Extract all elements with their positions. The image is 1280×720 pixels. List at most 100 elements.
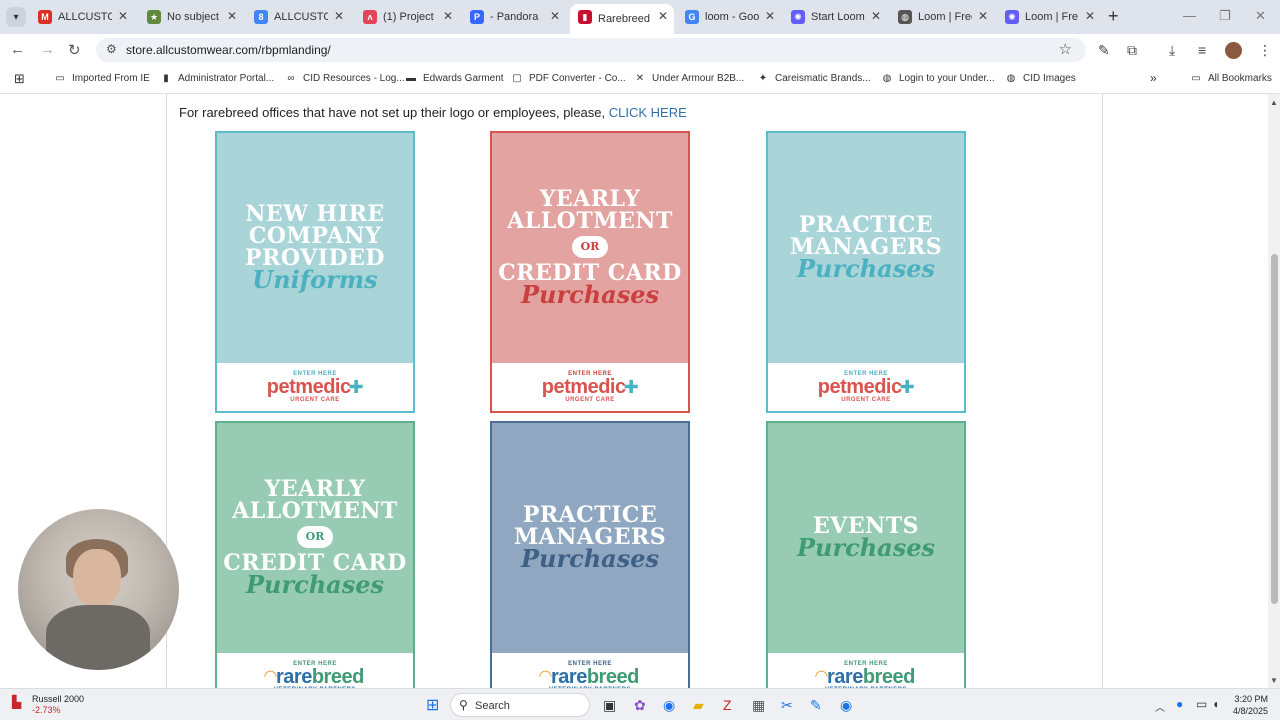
mic-icon[interactable]: ● (1176, 697, 1183, 711)
profile-avatar[interactable] (1225, 42, 1242, 59)
close-tab-icon[interactable]: ✕ (443, 9, 453, 23)
card-brand-footer: ENTER HERE petmedic✚ URGENT CARE (217, 363, 413, 411)
purchase-card[interactable]: PRACTICE MANAGERS Purchases ENTER HERE petme… (766, 131, 966, 413)
snipping-icon[interactable]: ✂ (781, 697, 793, 714)
bookmark-label: PDF Converter - Co... (529, 73, 626, 84)
browser-tab[interactable]: ʌ (1) Project ✕ (355, 4, 459, 30)
browser-tab[interactable]: 8 ALLCUSTOM ✕ (246, 4, 350, 30)
forward-icon[interactable]: → (40, 41, 55, 58)
all-bookmarks[interactable]: ▭ All Bookmarks (1190, 73, 1272, 85)
bookmark-item[interactable]: ▮ Administrator Portal... (160, 72, 275, 85)
bookmark-item[interactable]: ▭ Imported From IE (54, 73, 150, 85)
file-explorer-icon[interactable]: ▰ (693, 697, 704, 714)
tab-search-button[interactable]: ▾ (6, 7, 26, 27)
apps-grid-icon[interactable]: ⊞ (14, 71, 25, 87)
bookmark-item[interactable]: ✦ Careismatic Brands... (757, 73, 871, 85)
close-tab-icon[interactable]: ✕ (334, 9, 344, 23)
browser-tab[interactable]: ★ No subject ✕ (139, 4, 243, 30)
purchase-card[interactable]: EVENTSPurchasesENTER HERE◠rarebreedVETER… (766, 421, 966, 688)
filezilla-icon[interactable]: Z (723, 697, 732, 713)
bookmark-star-icon[interactable]: ☆ (1059, 40, 1072, 58)
webcam-bubble[interactable] (18, 509, 179, 670)
browser-tab[interactable]: ◍ Loom | Free ✕ (890, 4, 994, 30)
chrome-icon-2[interactable]: ◉ (840, 697, 852, 714)
chrome-icon[interactable]: ◉ (663, 697, 675, 714)
bookmark-item[interactable]: ◍ Login to your Under... (881, 73, 995, 85)
address-bar[interactable]: ⚙ store.allcustomwear.com/rbpmlanding/ ☆ (96, 38, 1086, 62)
card-brand-footer: ENTER HERE◠rarebreedVETERINARY PARTNERS (217, 653, 413, 688)
browser-tab[interactable]: P - Pandora ✕ (462, 4, 566, 30)
stock-widget[interactable]: ▙ Russell 2000 -2.73% (12, 694, 84, 716)
windows-start-icon[interactable]: ⊞ (426, 695, 439, 715)
medical-cross-icon: ✚ (899, 377, 915, 397)
browser-tab[interactable]: ✺ Start Loom ✕ (783, 4, 887, 30)
purchase-card[interactable]: NEW HIRE COMPANY PROVIDED Uniforms ENTER HER… (215, 131, 415, 413)
site-info-icon[interactable]: ⚙ (106, 42, 117, 56)
minimize-button[interactable]: — (1183, 8, 1196, 23)
tray-chevron-icon[interactable]: ︿ (1155, 699, 1165, 714)
or-badge: OR (297, 526, 333, 548)
click-here-link[interactable]: CLICK HERE (609, 105, 687, 120)
media-icon[interactable]: ≡ (1198, 42, 1206, 58)
scroll-thumb[interactable] (1271, 254, 1278, 604)
stock-chart-icon: ▙ (12, 695, 22, 709)
brand-part-b: breed (862, 666, 915, 688)
volume-icon[interactable]: ◖ (1212, 697, 1219, 711)
doc-icon: 8 (254, 10, 268, 24)
page-scrollbar[interactable]: ▲ ▼ (1268, 94, 1280, 688)
scroll-down-icon[interactable]: ▼ (1270, 676, 1278, 685)
bookmark-label: Administrator Portal... (178, 73, 275, 84)
browser-tab[interactable]: Gloom - Goo ✕ (677, 4, 781, 30)
bookmark-item[interactable]: ✕ Under Armour B2B... (634, 73, 744, 85)
new-tab-button[interactable]: + (1108, 6, 1119, 27)
scroll-up-icon[interactable]: ▲ (1270, 98, 1278, 107)
purchase-card[interactable]: PRACTICE MANAGERS Purchases ENTER HERE ◠rare… (490, 421, 690, 688)
bookmark-item[interactable]: ▬ Edwards Garment (405, 73, 504, 85)
browser-tab[interactable]: ▮ Rarebreed ✕ (570, 4, 674, 34)
app-icon[interactable]: ✎ (810, 697, 822, 714)
menu-icon[interactable]: ⋮ (1258, 42, 1272, 59)
clock-date: 4/8/2025 (1232, 706, 1268, 716)
back-icon[interactable]: ← (10, 41, 25, 58)
calculator-icon[interactable]: ▦ (752, 697, 765, 714)
maximize-button[interactable]: ❐ (1219, 8, 1231, 24)
bookmark-item[interactable]: ▢ PDF Converter - Co... (511, 73, 626, 85)
browser-tab[interactable]: M ALLCUSTOM ✕ (30, 4, 134, 30)
clock[interactable]: 3:20 PM 4/8/2025 (1226, 693, 1268, 717)
close-tab-icon[interactable]: ✕ (765, 9, 775, 23)
extensions-icon[interactable]: ⧉ (1127, 42, 1137, 59)
bookmark-item[interactable]: ∞ CID Resources - Log... (285, 73, 404, 85)
rarebreed-logo: ◠rarebreed (492, 667, 688, 687)
bookmarks-bar: ⊞ ▭ Imported From IE ▮ Administrator Portal… (0, 66, 1280, 94)
brand-part-a: rare (276, 666, 312, 688)
copilot-icon[interactable]: ✿ (634, 697, 646, 714)
rarebreed-logo: ◠rarebreed (768, 667, 964, 687)
brand-part-a: rare (551, 666, 587, 688)
close-tab-icon[interactable]: ✕ (118, 9, 128, 23)
close-tab-icon[interactable]: ✕ (978, 9, 988, 23)
browser-tab[interactable]: ✺ Loom | Fre ✕ (997, 4, 1101, 30)
taskbar-search[interactable]: ⚲ Search (450, 693, 590, 717)
admin-icon: ▮ (163, 72, 169, 84)
reload-icon[interactable]: ↻ (68, 41, 81, 59)
purchase-card[interactable]: YEARLY ALLOTMENT OR CREDIT CARD Purchases ENT… (490, 131, 690, 413)
card-heading-line: YEARLY (539, 186, 641, 212)
close-window-button[interactable]: ✕ (1255, 8, 1266, 24)
close-tab-icon[interactable]: ✕ (1085, 9, 1095, 23)
page-viewport: For rarebreed offices that have not set … (0, 94, 1268, 688)
petmedic-logo: petmedic✚ (768, 377, 964, 397)
extension-pen-icon[interactable]: ✎ (1098, 42, 1110, 59)
close-tab-icon[interactable]: ✕ (871, 9, 881, 23)
close-tab-icon[interactable]: ✕ (227, 9, 237, 23)
more-bookmarks-icon[interactable]: » (1150, 71, 1157, 85)
card-heading-line: NEW HIRE (245, 201, 385, 227)
purchase-card[interactable]: YEARLY ALLOTMENT OR CREDIT CARD Purchases ENT… (215, 421, 415, 688)
bookmark-item[interactable]: ◍ CID Images (1005, 73, 1076, 85)
or-badge: OR (572, 236, 608, 258)
close-tab-icon[interactable]: ✕ (550, 9, 560, 23)
card-banner: NEW HIRE COMPANY PROVIDED Uniforms (217, 133, 413, 363)
task-view-icon[interactable]: ▣ (603, 697, 616, 714)
display-icon[interactable]: ▭ (1196, 697, 1207, 711)
download-icon[interactable]: ⤓ (1169, 42, 1175, 59)
close-tab-icon[interactable]: ✕ (658, 9, 668, 23)
